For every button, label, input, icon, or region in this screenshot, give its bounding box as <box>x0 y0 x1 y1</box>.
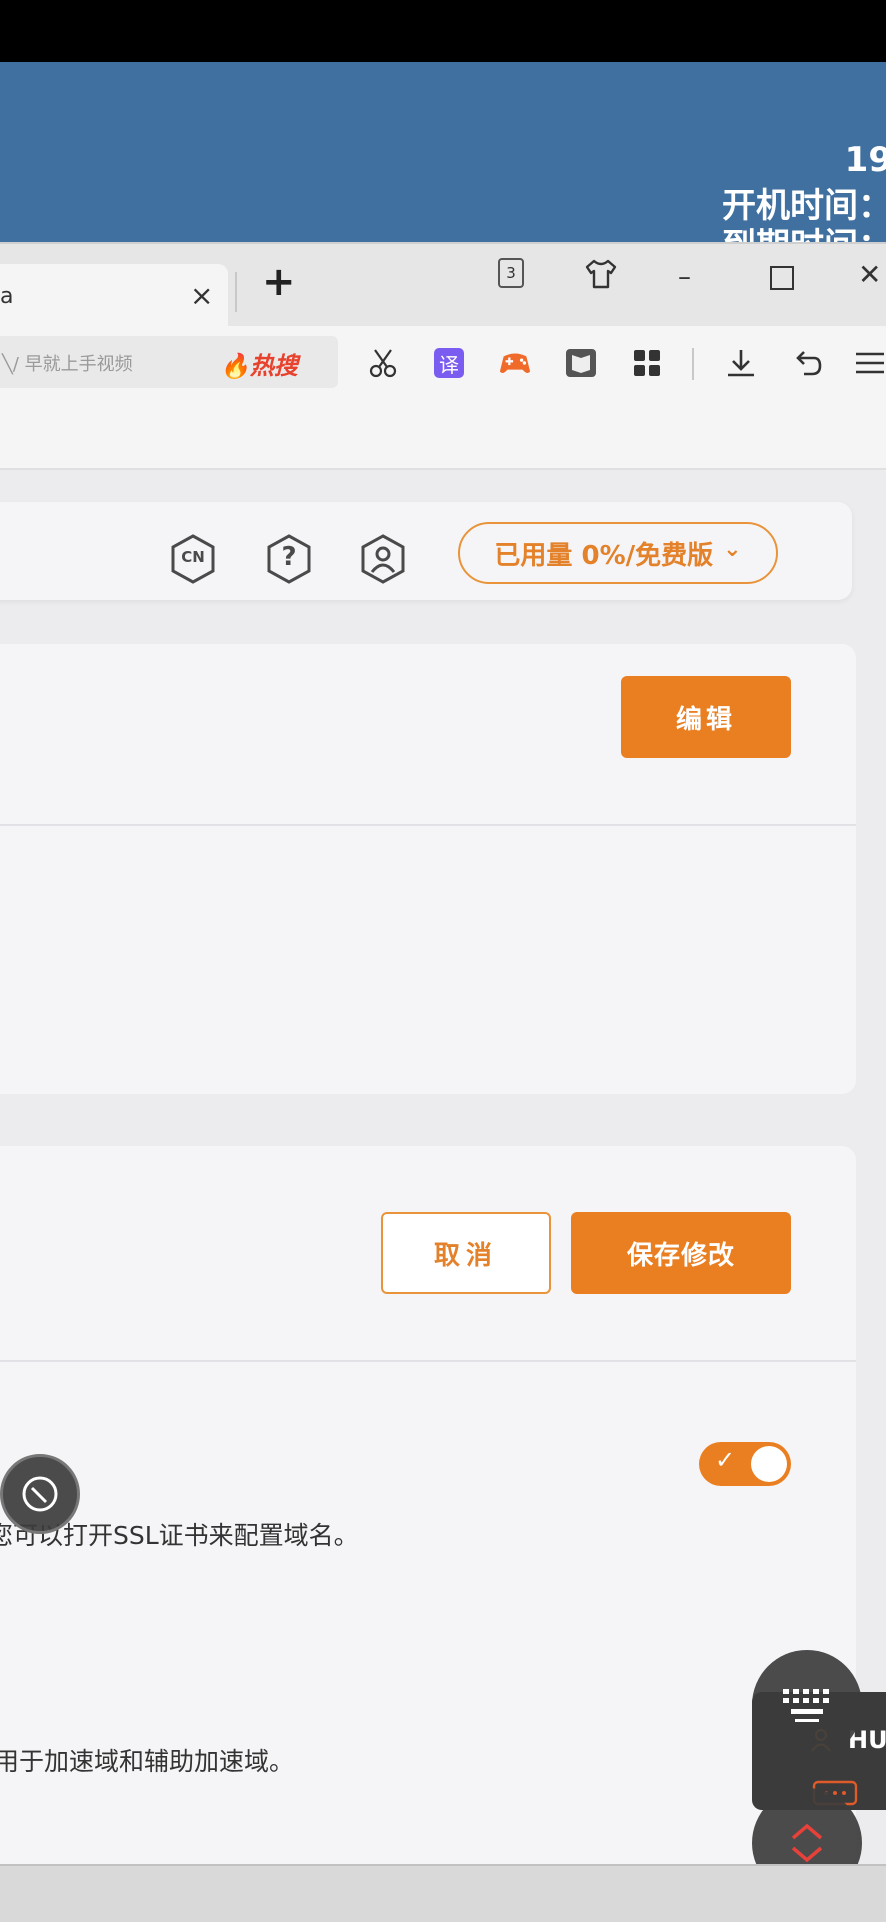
acceleration-description: 用于加速域和辅助加速域。 <box>0 1747 295 1776</box>
language-label: CN <box>181 548 205 566</box>
page-content: CN ? 已用量 0%/免费版 ⌄ 编辑 取消 保存修改 ✓ 您可以打开SSL证… <box>0 470 886 1866</box>
flame-icon: 🔥 <box>220 352 250 380</box>
cancel-button[interactable]: 取消 <box>381 1212 551 1294</box>
top-header-card: CN ? 已用量 0%/免费版 ⌄ <box>0 502 852 600</box>
browser-tab-strip: a × + 3 – ✕ <box>0 242 886 328</box>
download-icon[interactable] <box>724 346 758 380</box>
desktop-wallpaper: 19 开机时间： 到期时间： <box>0 62 886 242</box>
usage-plan-dropdown[interactable]: 已用量 0%/免费版 ⌄ <box>458 522 778 584</box>
save-changes-button[interactable]: 保存修改 <box>571 1212 791 1294</box>
skin-shirt-icon[interactable] <box>584 258 618 290</box>
floating-tag-button[interactable] <box>0 1454 80 1534</box>
apps-grid-icon[interactable] <box>630 346 664 380</box>
info-card: 编辑 <box>0 644 856 1094</box>
taskbar <box>0 1864 886 1922</box>
minimize-icon[interactable]: – <box>678 262 691 292</box>
browser-toolbar: ╲/ 早就上手视频 🔥热搜 译 <box>0 326 886 404</box>
reader-icon[interactable] <box>564 346 598 380</box>
help-icon[interactable]: ? <box>266 534 312 584</box>
card-divider <box>0 1360 856 1362</box>
tab-count: 3 <box>506 264 516 282</box>
check-icon: ✓ <box>715 1446 736 1474</box>
hot-search-label: 热搜 <box>249 352 298 380</box>
card-divider <box>0 824 856 826</box>
desktop-info-line-3: 到期时间： <box>722 218 886 242</box>
user-profile-icon[interactable] <box>360 534 406 584</box>
tag-icon <box>22 1476 58 1512</box>
close-window-icon[interactable]: ✕ <box>858 258 881 291</box>
translate-icon[interactable]: 译 <box>432 346 466 380</box>
chevron-up-down-icon <box>791 1823 823 1863</box>
toggle-knob <box>751 1446 787 1482</box>
translate-badge: 译 <box>434 348 464 378</box>
keyboard-toggle-button[interactable] <box>752 1650 862 1760</box>
usage-label: 已用量 0%/免费版 <box>494 540 714 571</box>
game-controller-icon[interactable] <box>498 346 532 380</box>
language-cn-icon[interactable]: CN <box>170 534 216 584</box>
bookmark-bar <box>0 404 886 470</box>
tab-count-icon[interactable]: 3 <box>498 258 524 288</box>
toolbar-divider <box>692 348 694 380</box>
tab-divider <box>235 272 237 312</box>
desktop-info-line-1: 19 <box>844 140 886 180</box>
tab-title: a <box>0 284 14 309</box>
status-bar <box>0 0 886 62</box>
maximize-icon[interactable] <box>770 266 794 290</box>
undo-icon[interactable] <box>790 346 824 380</box>
new-tab-button[interactable]: + <box>262 262 296 302</box>
help-glyph: ? <box>281 542 297 572</box>
ssl-toggle[interactable]: ✓ <box>699 1442 791 1486</box>
scissors-icon[interactable] <box>366 346 400 380</box>
tab-close-icon[interactable]: × <box>190 279 213 312</box>
edit-button[interactable]: 编辑 <box>621 676 791 758</box>
address-placeholder: ╲/ 早就上手视频 <box>2 354 133 375</box>
ssl-settings-card: 取消 保存修改 ✓ 您可以打开SSL证书来配置域名。 用于加速域和辅助加速域。 <box>0 1146 856 1866</box>
menu-icon[interactable] <box>852 346 886 380</box>
keyboard-icon <box>783 1689 829 1722</box>
chevron-down-icon: ⌄ <box>723 536 742 562</box>
hot-search-button[interactable]: 🔥热搜 <box>220 346 298 381</box>
address-bar[interactable]: ╲/ 早就上手视频 🔥热搜 <box>0 336 338 388</box>
